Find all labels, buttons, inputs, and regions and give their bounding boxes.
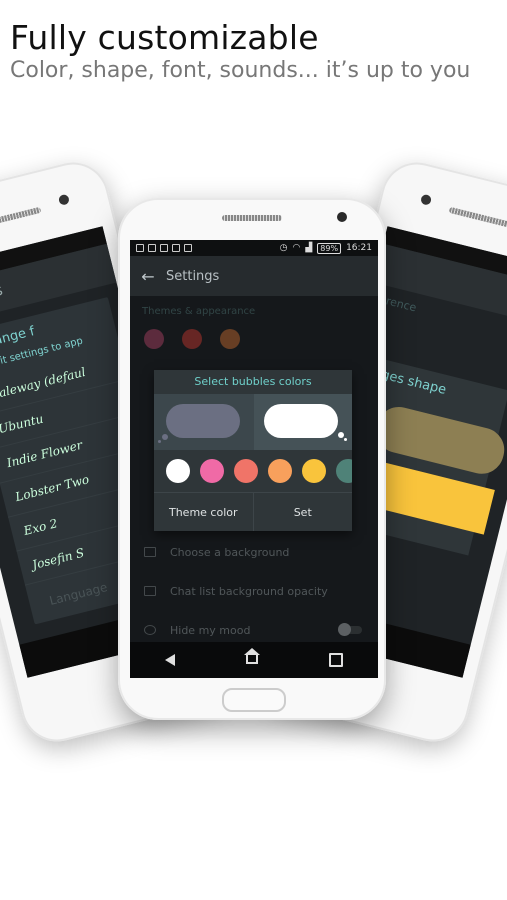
- color-swatch[interactable]: [166, 459, 190, 483]
- color-swatch[interactable]: [200, 459, 224, 483]
- bubble-tail: [344, 438, 347, 441]
- main-phone: ◷ ◠ ▟ 89% 16:21 ← Settings Themes & appe…: [118, 198, 386, 720]
- app-bar: ← Settings: [130, 256, 378, 296]
- incoming-bubble: [166, 404, 240, 438]
- page-title: Settings: [166, 268, 220, 284]
- navigation-bar: [130, 642, 378, 678]
- color-swatch[interactable]: [336, 459, 352, 483]
- back-arrow-icon[interactable]: ←: [130, 267, 166, 286]
- notification-icon: [184, 244, 192, 252]
- theme-color-button[interactable]: Theme color: [154, 493, 253, 531]
- clock: 16:21: [346, 243, 372, 253]
- camera: [337, 212, 347, 222]
- camera: [57, 193, 71, 206]
- dialog-title: Select bubbles colors: [194, 375, 312, 388]
- bubble-tail: [162, 434, 168, 440]
- home-icon[interactable]: [244, 648, 260, 666]
- status-bar: ◷ ◠ ▟ 89% 16:21: [130, 240, 378, 256]
- incoming-bubble-preview[interactable]: [154, 394, 254, 450]
- notification-icon: [172, 244, 180, 252]
- bubble-preview: [154, 394, 352, 450]
- bubble-tail: [158, 440, 161, 443]
- home-button[interactable]: [222, 688, 286, 712]
- headline: Fully customizable: [10, 18, 319, 57]
- color-swatch[interactable]: [234, 459, 258, 483]
- outgoing-bubble-preview[interactable]: [254, 394, 352, 450]
- color-swatches: [154, 450, 352, 492]
- color-swatch[interactable]: [302, 459, 326, 483]
- notification-icon: [148, 244, 156, 252]
- wifi-icon: ◠: [292, 243, 301, 253]
- notification-icon: [136, 244, 144, 252]
- bubble-tail: [338, 432, 344, 438]
- main-screen: ◷ ◠ ▟ 89% 16:21 ← Settings Themes & appe…: [130, 240, 378, 678]
- speaker: [222, 215, 282, 221]
- subheadline: Color, shape, font, sounds... it’s up to…: [10, 58, 471, 83]
- back-icon[interactable]: [165, 654, 175, 666]
- bubble-colors-dialog: Select bubbles colors Theme color Set: [154, 370, 352, 531]
- dialog-actions: Theme color Set: [154, 492, 352, 531]
- camera: [419, 193, 433, 206]
- speaker: [0, 206, 42, 230]
- color-swatch[interactable]: [268, 459, 292, 483]
- outgoing-bubble: [264, 404, 338, 438]
- signal-icon: ▟: [305, 243, 313, 253]
- speaker: [448, 206, 507, 230]
- battery-indicator: 89%: [317, 242, 342, 254]
- recent-apps-icon[interactable]: [329, 653, 343, 667]
- notification-icon: [160, 244, 168, 252]
- alarm-icon: ◷: [279, 243, 288, 253]
- set-button[interactable]: Set: [252, 493, 353, 531]
